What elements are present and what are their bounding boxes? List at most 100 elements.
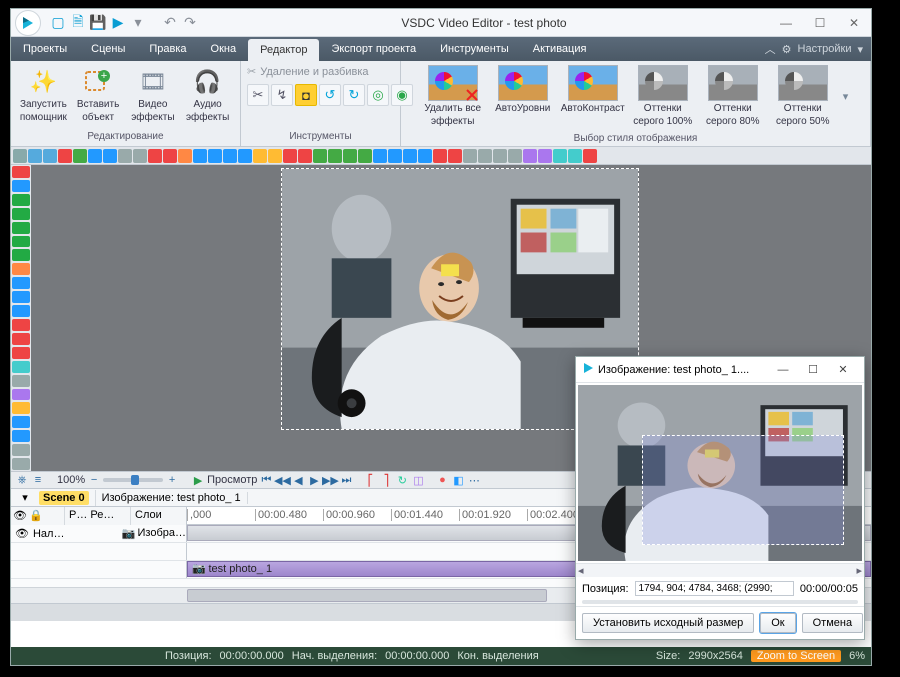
menu-activation[interactable]: Активация bbox=[521, 37, 599, 61]
more-tl-icon[interactable]: ⋯ bbox=[467, 473, 481, 487]
strip-icon-8[interactable] bbox=[133, 149, 147, 163]
chevron-up-icon[interactable]: ︿ bbox=[765, 41, 776, 57]
style-autolevels[interactable]: АвтоУровни bbox=[493, 65, 553, 127]
styles-more-icon[interactable]: ▾ bbox=[843, 90, 849, 103]
strip-icon-23[interactable] bbox=[358, 149, 372, 163]
zoom-out-icon[interactable]: − bbox=[87, 473, 101, 487]
left-tool-1[interactable] bbox=[12, 180, 30, 192]
goto-start-icon[interactable]: ⏮ bbox=[259, 473, 273, 487]
marker-b-icon[interactable]: ⎤ bbox=[379, 473, 393, 487]
strip-icon-2[interactable] bbox=[43, 149, 57, 163]
play-button[interactable]: ▶ bbox=[191, 473, 205, 487]
left-tool-9[interactable] bbox=[12, 291, 30, 303]
left-tool-21[interactable] bbox=[12, 458, 30, 470]
left-tool-17[interactable] bbox=[12, 402, 30, 414]
strip-icon-7[interactable] bbox=[118, 149, 132, 163]
audio-effects-button[interactable]: 🎧 Аудио эффекты bbox=[181, 65, 234, 125]
strip-icon-28[interactable] bbox=[433, 149, 447, 163]
undo-icon[interactable]: ↶ bbox=[161, 14, 179, 32]
video-effects-button[interactable]: 🎞 Видео эффекты bbox=[127, 65, 180, 125]
snap-icon[interactable]: ◧ bbox=[451, 473, 465, 487]
redo-icon[interactable]: ↷ bbox=[181, 14, 199, 32]
dialog-close-button[interactable]: ✕ bbox=[828, 363, 858, 376]
strip-icon-19[interactable] bbox=[298, 149, 312, 163]
left-tool-5[interactable] bbox=[12, 236, 30, 248]
dialog-cancel-button[interactable]: Отмена bbox=[802, 613, 863, 633]
range-icon[interactable]: ◫ bbox=[411, 473, 425, 487]
strip-icon-5[interactable] bbox=[88, 149, 102, 163]
strip-icon-33[interactable] bbox=[508, 149, 522, 163]
tl-left2-icon[interactable]: ≡ bbox=[31, 473, 45, 487]
wizard-button[interactable]: ✨ Запустить помощник bbox=[17, 65, 70, 125]
zoom-slider[interactable] bbox=[103, 478, 163, 482]
left-tool-10[interactable] bbox=[12, 305, 30, 317]
frame-back-icon[interactable]: ◀ bbox=[291, 473, 305, 487]
left-tool-3[interactable] bbox=[12, 208, 30, 220]
scene-dropdown[interactable]: ▾ Scene 0 bbox=[11, 490, 96, 506]
dialog-ok-button[interactable]: Ок bbox=[760, 613, 795, 633]
strip-icon-4[interactable] bbox=[73, 149, 87, 163]
goto-end-icon[interactable]: ⏭ bbox=[339, 473, 353, 487]
menu-scenes[interactable]: Сцены bbox=[79, 37, 137, 61]
strip-icon-11[interactable] bbox=[178, 149, 192, 163]
style-gray-80[interactable]: Оттенкисерого 80% bbox=[703, 65, 763, 127]
strip-icon-30[interactable] bbox=[463, 149, 477, 163]
menu-tools[interactable]: Инструменты bbox=[428, 37, 521, 61]
strip-icon-3[interactable] bbox=[58, 149, 72, 163]
menu-projects[interactable]: Проекты bbox=[11, 37, 79, 61]
strip-icon-10[interactable] bbox=[163, 149, 177, 163]
strip-icon-13[interactable] bbox=[208, 149, 222, 163]
tl-left-icon[interactable]: ⎈ bbox=[15, 473, 29, 487]
dialog-original-size-button[interactable]: Установить исходный размер bbox=[582, 613, 754, 633]
close-button[interactable]: ✕ bbox=[837, 9, 871, 37]
strip-icon-17[interactable] bbox=[268, 149, 282, 163]
quickbar-dropdown-icon[interactable]: ▾ bbox=[129, 14, 147, 32]
dialog-preview[interactable] bbox=[578, 385, 862, 561]
dialog-minimize-button[interactable]: — bbox=[768, 364, 798, 376]
strip-icon-1[interactable] bbox=[28, 149, 42, 163]
strip-icon-20[interactable] bbox=[313, 149, 327, 163]
open-icon[interactable]: 🗎 bbox=[69, 14, 87, 32]
left-tool-14[interactable] bbox=[12, 361, 30, 373]
strip-icon-24[interactable] bbox=[373, 149, 387, 163]
left-tool-7[interactable] bbox=[12, 263, 30, 275]
left-tool-0[interactable] bbox=[12, 166, 30, 178]
rec-icon[interactable]: ● bbox=[435, 473, 449, 487]
step-fwd-icon[interactable]: ▶▶ bbox=[323, 473, 337, 487]
left-tool-13[interactable] bbox=[12, 347, 30, 359]
strip-icon-36[interactable] bbox=[553, 149, 567, 163]
dialog-pos-input[interactable] bbox=[635, 581, 794, 596]
strip-icon-34[interactable] bbox=[523, 149, 537, 163]
step-back-icon[interactable]: ◀◀ bbox=[275, 473, 289, 487]
strip-icon-29[interactable] bbox=[448, 149, 462, 163]
strip-icon-12[interactable] bbox=[193, 149, 207, 163]
dialog-time-slider[interactable] bbox=[582, 600, 858, 604]
strip-icon-9[interactable] bbox=[148, 149, 162, 163]
marker-a-icon[interactable]: ⎡ bbox=[363, 473, 377, 487]
crop-selection[interactable] bbox=[642, 435, 844, 545]
strip-icon-32[interactable] bbox=[493, 149, 507, 163]
strip-icon-16[interactable] bbox=[253, 149, 267, 163]
strip-icon-18[interactable] bbox=[283, 149, 297, 163]
frame-fwd-icon[interactable]: ▶ bbox=[307, 473, 321, 487]
insert-object-button[interactable]: + Вставить объект bbox=[72, 65, 125, 125]
loop-icon[interactable]: ↻ bbox=[395, 473, 409, 487]
maximize-button[interactable]: ☐ bbox=[803, 9, 837, 37]
dialog-maximize-button[interactable]: ☐ bbox=[798, 363, 828, 376]
strip-icon-21[interactable] bbox=[328, 149, 342, 163]
left-tool-8[interactable] bbox=[12, 277, 30, 289]
rotate-ccw-button[interactable]: ↺ bbox=[319, 84, 341, 106]
left-tool-12[interactable] bbox=[12, 333, 30, 345]
strip-icon-35[interactable] bbox=[538, 149, 552, 163]
left-tool-19[interactable] bbox=[12, 430, 30, 442]
strip-icon-26[interactable] bbox=[403, 149, 417, 163]
strip-icon-27[interactable] bbox=[418, 149, 432, 163]
left-tool-18[interactable] bbox=[12, 416, 30, 428]
style-gray-50[interactable]: Оттенкисерого 50% bbox=[773, 65, 833, 127]
link-tool-button[interactable]: ↯ bbox=[271, 84, 293, 106]
left-tool-4[interactable] bbox=[12, 222, 30, 234]
scrollbar-thumb[interactable] bbox=[187, 589, 547, 602]
left-tool-2[interactable] bbox=[12, 194, 30, 206]
style-gray-100[interactable]: Оттенкисерого 100% bbox=[633, 65, 693, 127]
strip-icon-14[interactable] bbox=[223, 149, 237, 163]
